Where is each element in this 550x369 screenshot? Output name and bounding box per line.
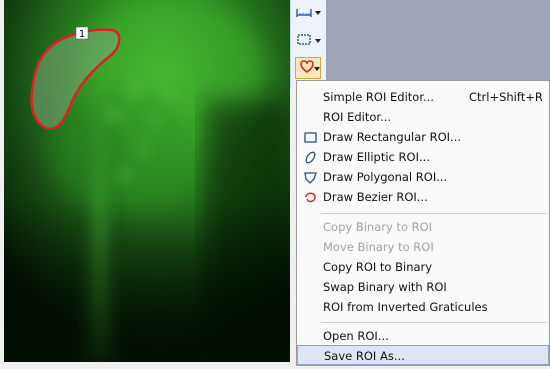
chevron-down-icon[interactable]: [315, 11, 321, 15]
rectangle-icon: [303, 130, 317, 144]
menu-item-draw-bezier-roi[interactable]: Draw Bezier ROI...: [297, 187, 549, 207]
workspace-background: [326, 0, 550, 82]
chevron-down-icon[interactable]: [314, 67, 320, 71]
menu-item-roi-from-inverted-graticules[interactable]: ROI from Inverted Graticules: [297, 297, 549, 317]
ellipse-icon: [303, 150, 317, 164]
menu-separator: [321, 213, 547, 214]
menu-item-copy-roi-to-binary[interactable]: Copy ROI to Binary: [297, 257, 549, 277]
fluorescence-image[interactable]: 1: [4, 0, 290, 362]
menu-item-label: ROI Editor...: [323, 110, 392, 124]
menu-item-swap-binary-with-roi[interactable]: Swap Binary with ROI: [297, 277, 549, 297]
menu-item-label: Open ROI...: [323, 329, 389, 343]
menu-item-label: Copy Binary to ROI: [323, 220, 433, 234]
menu-item-label: Draw Polygonal ROI...: [323, 170, 448, 184]
menu-item-copy-binary-to-roi: Copy Binary to ROI: [297, 217, 549, 237]
chevron-down-icon[interactable]: [315, 39, 321, 43]
menu-item-save-roi-as[interactable]: Save ROI As...: [297, 345, 549, 365]
menu-item-label: Draw Elliptic ROI...: [323, 150, 430, 164]
menu-item-move-binary-to-roi: Move Binary to ROI: [297, 237, 549, 257]
ruler-icon: [295, 3, 313, 23]
menu-item-simple-roi-editor[interactable]: Simple ROI Editor... Ctrl+Shift+R: [297, 87, 549, 107]
ruler-tool-button[interactable]: [295, 2, 321, 24]
menu-item-label: Draw Bezier ROI...: [323, 190, 428, 204]
menu-item-label: Copy ROI to Binary: [323, 260, 433, 274]
polygon-icon: [303, 170, 317, 184]
roi-toolbar: [290, 0, 327, 88]
roi-label: 1: [79, 29, 85, 40]
image-viewer[interactable]: 1: [4, 0, 290, 362]
roi-dropdown-menu: Simple ROI Editor... Ctrl+Shift+R ROI Ed…: [296, 80, 550, 366]
menu-item-label: Simple ROI Editor...: [323, 90, 434, 104]
rectangle-select-icon: [295, 31, 313, 51]
rectangle-select-button[interactable]: [295, 30, 321, 52]
menu-separator: [321, 322, 547, 323]
menu-item-label: Swap Binary with ROI: [323, 280, 447, 294]
menu-item-draw-rectangular-roi[interactable]: Draw Rectangular ROI...: [297, 127, 549, 147]
menu-item-label: ROI from Inverted Graticules: [323, 300, 488, 314]
menu-item-roi-editor[interactable]: ROI Editor...: [297, 107, 549, 127]
menu-item-label: Save ROI As...: [324, 349, 405, 363]
menu-item-draw-elliptic-roi[interactable]: Draw Elliptic ROI...: [297, 147, 549, 167]
menu-item-open-roi[interactable]: Open ROI...: [297, 326, 549, 346]
menu-item-label: Draw Rectangular ROI...: [323, 130, 462, 144]
menu-item-label: Move Binary to ROI: [323, 240, 434, 254]
bezier-icon: [303, 190, 317, 204]
menu-item-draw-polygonal-roi[interactable]: Draw Polygonal ROI...: [297, 167, 549, 187]
roi-shapes-button[interactable]: [295, 57, 321, 79]
menu-item-shortcut: Ctrl+Shift+R: [469, 90, 543, 104]
